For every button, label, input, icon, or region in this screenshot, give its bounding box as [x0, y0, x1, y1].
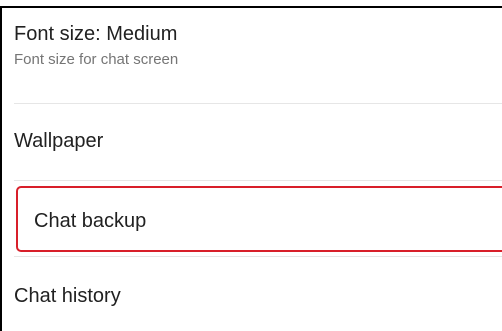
setting-font-size[interactable]: Font size: Medium Font size for chat scr…	[14, 22, 502, 69]
font-size-title: Font size: Medium	[14, 23, 178, 45]
setting-wallpaper[interactable]: Wallpaper	[14, 129, 502, 153]
wallpaper-title: Wallpaper	[14, 130, 104, 152]
divider	[14, 256, 502, 257]
setting-chat-history[interactable]: Chat history	[14, 284, 502, 308]
divider	[14, 103, 502, 104]
font-size-subtitle: Font size for chat screen	[14, 51, 179, 68]
chat-history-title: Chat history	[14, 285, 121, 307]
divider	[14, 180, 502, 181]
chat-settings-list: Font size: Medium Font size for chat scr…	[0, 8, 502, 331]
setting-chat-backup[interactable]: Chat backup	[16, 186, 502, 252]
top-strip-fragment	[0, 0, 502, 8]
chat-backup-title: Chat backup	[34, 210, 147, 232]
